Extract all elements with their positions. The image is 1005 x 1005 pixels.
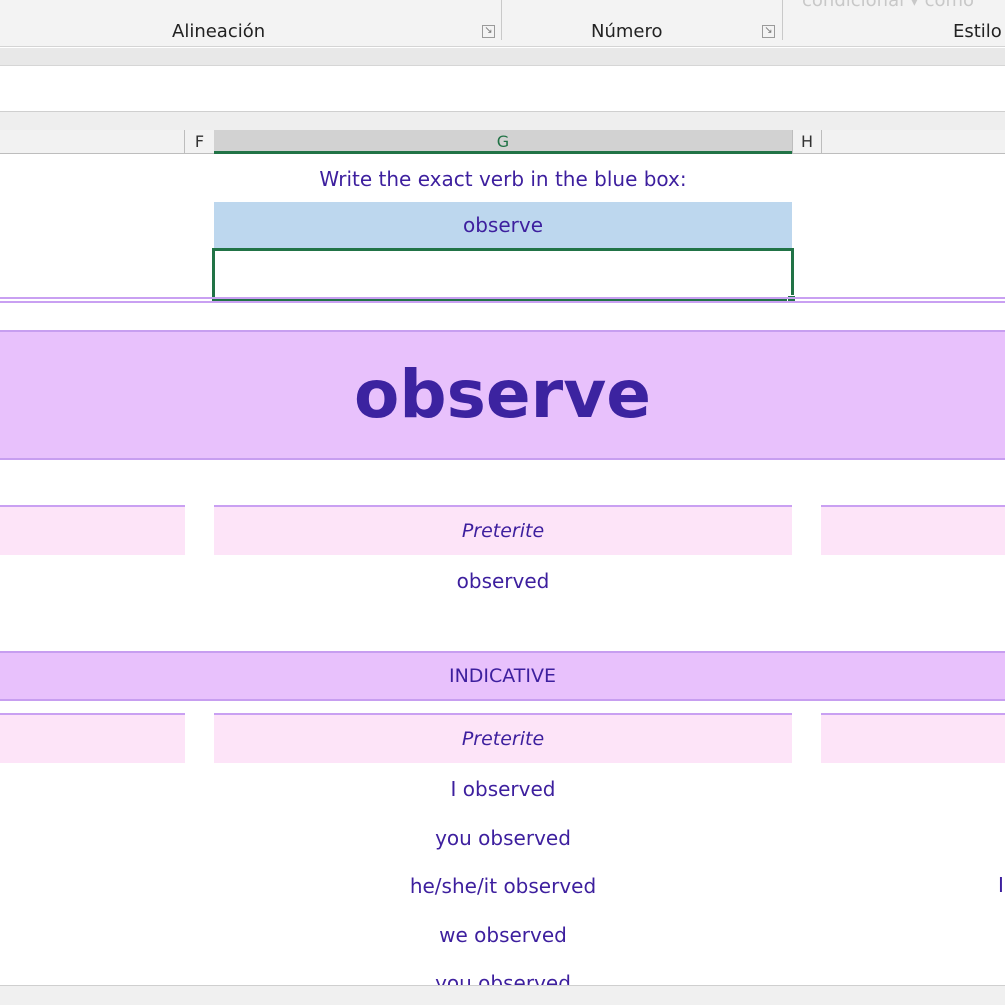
conjugation-cell[interactable]: he/she/it observed (214, 866, 792, 906)
tense-header-right[interactable] (821, 505, 1005, 555)
tense-header-right[interactable] (821, 713, 1005, 763)
ribbon: Alineación ↘ Número ↘ condicional ▾ como… (0, 0, 1005, 47)
status-bar (0, 985, 1005, 1005)
ribbon-divider-band (0, 48, 1005, 66)
conjugation-cell[interactable]: you observed (214, 963, 792, 985)
indicative-band[interactable]: INDICATIVE (0, 651, 1005, 701)
tense-header-preterite[interactable]: Preterite (214, 505, 792, 555)
column-header-g[interactable]: G (214, 130, 792, 154)
conjugation-cell[interactable]: we observed (214, 915, 792, 955)
conjugation-cell[interactable]: I observed (214, 769, 792, 809)
row-border (0, 301, 1005, 303)
tense-header-left[interactable] (0, 505, 185, 555)
formula-bar-divider (0, 112, 1005, 130)
ribbon-group-number-label: Número (591, 21, 663, 42)
column-headers: F G H (0, 130, 1005, 154)
tense-header-preterite-indicative[interactable]: Preterite (214, 713, 792, 763)
row-border (0, 297, 1005, 299)
preterite-value-cell[interactable]: observed (214, 561, 792, 601)
ribbon-separator (501, 0, 502, 40)
column-divider[interactable] (821, 130, 822, 154)
verb-title[interactable]: observe (0, 345, 1005, 445)
alignment-dialog-launcher-icon[interactable]: ↘ (482, 25, 495, 38)
answer-input-cell[interactable] (212, 248, 794, 302)
ribbon-group-styles-label: Estilo (953, 21, 1002, 42)
tense-header-left[interactable] (0, 713, 185, 763)
conditional-format-button[interactable]: condicional ▾ como (802, 0, 974, 11)
ribbon-separator (782, 0, 783, 40)
conjugation-cell[interactable]: you observed (214, 818, 792, 858)
instruction-cell[interactable]: Write the exact verb in the blue box: (214, 160, 792, 198)
ribbon-group-alignment-label: Alineación (172, 21, 266, 42)
column-header-f[interactable]: F (185, 130, 214, 154)
formula-bar[interactable] (0, 67, 1005, 112)
verb-blue-box-cell[interactable]: observe (214, 202, 792, 248)
right-column-cell-fragment[interactable]: I (998, 870, 1005, 900)
column-header-h[interactable]: H (793, 130, 821, 154)
number-dialog-launcher-icon[interactable]: ↘ (762, 25, 775, 38)
